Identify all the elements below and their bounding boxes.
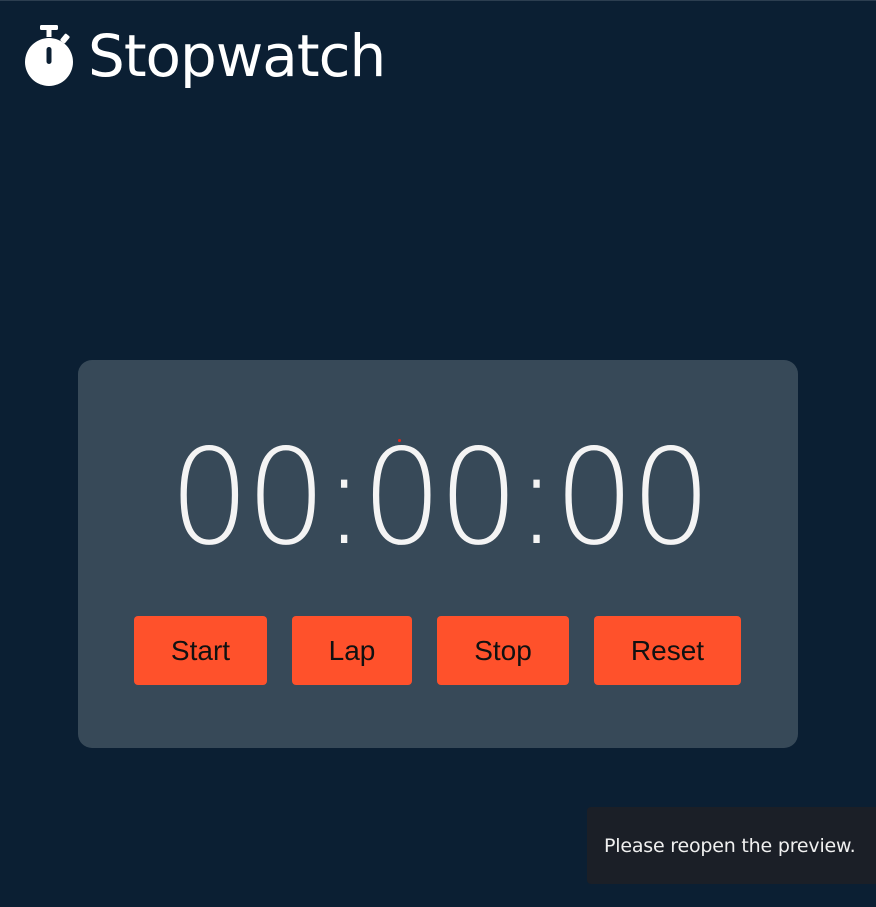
stopwatch-page: Stopwatch 00:00:00 Start Lap Stop Reset … — [0, 0, 876, 907]
stop-button[interactable]: Stop — [437, 616, 569, 685]
indicator-dot — [398, 439, 401, 442]
toast-message: Please reopen the preview. — [604, 834, 856, 857]
lap-button[interactable]: Lap — [292, 616, 412, 685]
page-title: Stopwatch — [88, 22, 386, 90]
app-header: Stopwatch — [24, 22, 386, 90]
start-button[interactable]: Start — [134, 616, 267, 685]
toast-notification: Please reopen the preview. — [587, 807, 876, 884]
reset-button[interactable]: Reset — [594, 616, 741, 685]
stopwatch-icon — [24, 25, 74, 87]
stopwatch-card: 00:00:00 Start Lap Stop Reset — [78, 360, 798, 748]
time-value: 00:00:00 — [168, 421, 711, 575]
controls-row: Start Lap Stop Reset — [78, 616, 798, 685]
time-display: 00:00:00 — [78, 430, 798, 566]
